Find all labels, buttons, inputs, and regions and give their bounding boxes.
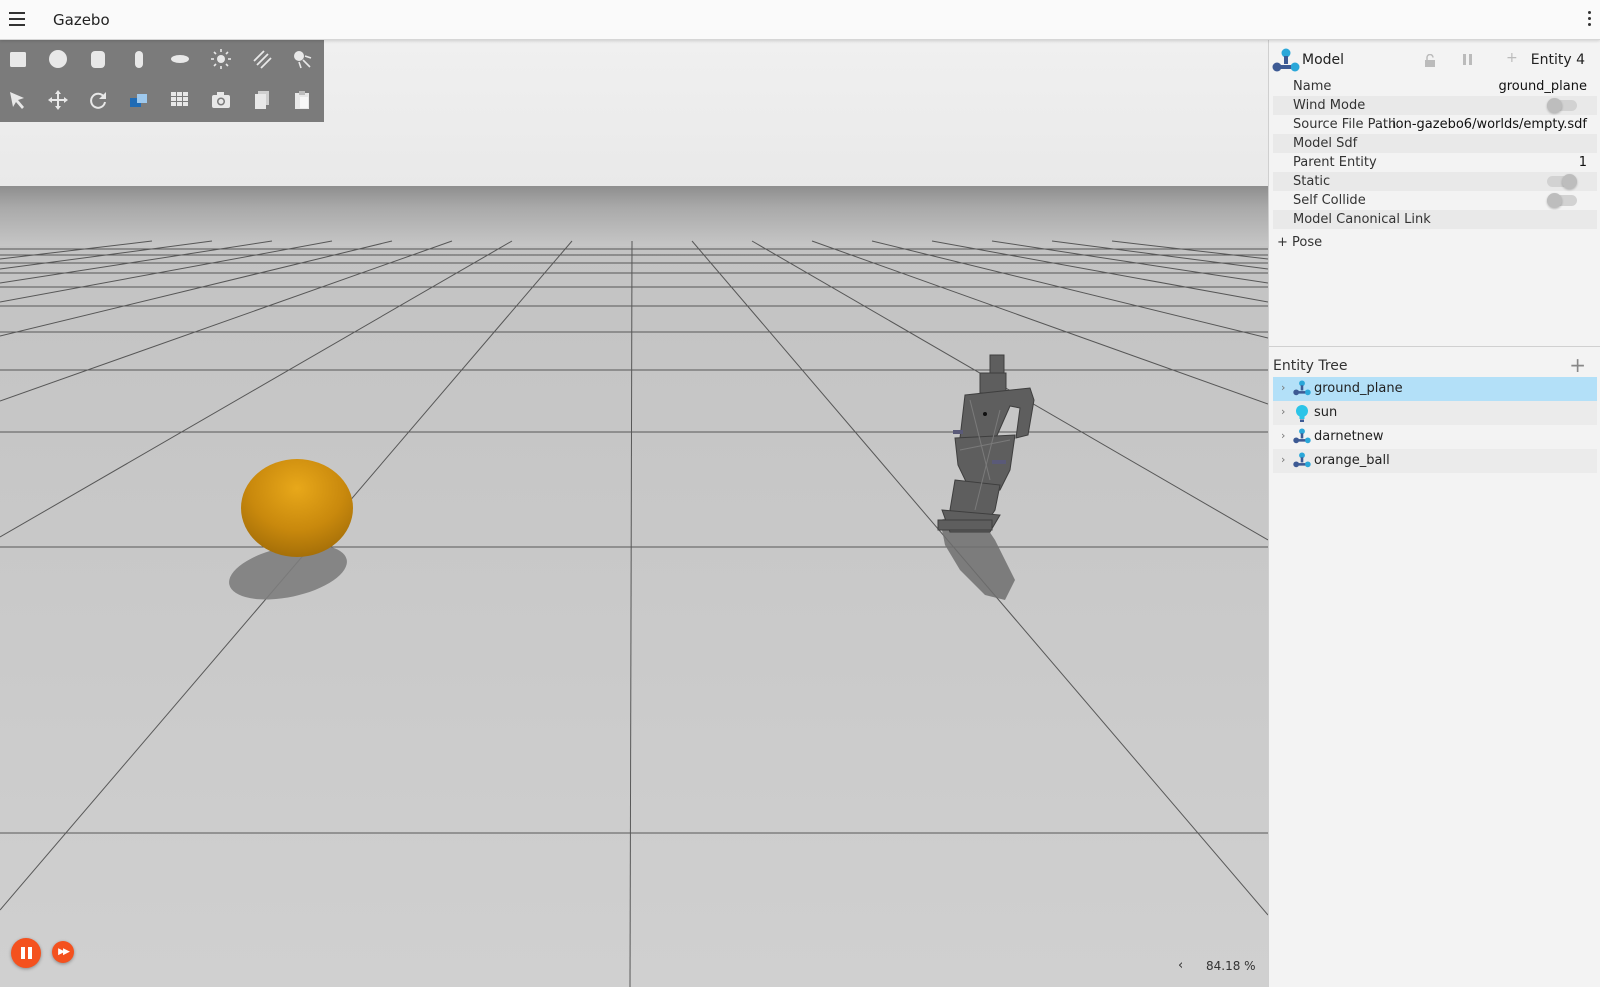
static-row: Static: [1273, 172, 1597, 191]
hamburger-menu-icon[interactable]: [9, 12, 25, 28]
tree-item-label: sun: [1314, 405, 1338, 420]
tree-item-label: darnetnew: [1314, 429, 1384, 444]
app-title: Gazebo: [53, 11, 110, 29]
stats-collapse-icon[interactable]: ‹: [1178, 958, 1183, 973]
name-row: Name ground_plane: [1273, 77, 1597, 96]
side-panel: Model + Entity 4 Name ground_plane Wind …: [1268, 40, 1600, 987]
wind-mode-row: Wind Mode: [1273, 96, 1597, 115]
tree-item-sun[interactable]: › sun: [1273, 401, 1597, 425]
chevron-right-icon[interactable]: ›: [1281, 381, 1285, 394]
chevron-right-icon[interactable]: ›: [1281, 429, 1285, 442]
capsule-icon[interactable]: [127, 47, 151, 71]
translate-icon[interactable]: [46, 88, 70, 112]
parent-entity-row: Parent Entity 1: [1273, 153, 1597, 172]
tree-item-label: ground_plane: [1314, 381, 1403, 396]
spot-light-icon[interactable]: [290, 47, 314, 71]
scene-render: [0, 40, 1268, 987]
chevron-right-icon[interactable]: ›: [1281, 453, 1285, 466]
shape-transform-toolbar: [0, 40, 324, 122]
pause-button[interactable]: [11, 938, 41, 968]
light-bulb-icon: [1293, 404, 1311, 427]
add-component-icon[interactable]: +: [1506, 50, 1518, 66]
title-bar: Gazebo: [0, 0, 1600, 40]
entity-tree-title: Entity Tree: [1273, 358, 1348, 374]
3d-viewport[interactable]: [0, 40, 1268, 987]
point-light-icon[interactable]: [209, 47, 233, 71]
pose-expand-icon: +: [1277, 235, 1288, 250]
rotate-icon[interactable]: [86, 88, 110, 112]
model-icon: [1293, 428, 1311, 449]
sphere-icon[interactable]: [46, 47, 70, 71]
name-label: Name: [1293, 79, 1332, 94]
screenshot-icon[interactable]: [209, 88, 233, 112]
static-toggle[interactable]: [1547, 174, 1577, 189]
select-icon[interactable]: [6, 88, 30, 112]
real-time-factor: 84.18 %: [1206, 959, 1256, 973]
parent-entity-label: Parent Entity: [1293, 155, 1377, 170]
self-collide-label: Self Collide: [1293, 193, 1366, 208]
box-icon[interactable]: [6, 47, 30, 71]
tree-item-label: orange_ball: [1314, 453, 1390, 468]
self-collide-toggle[interactable]: [1547, 193, 1577, 208]
pose-expander[interactable]: + Pose: [1277, 235, 1322, 250]
tree-item-orange-ball[interactable]: › orange_ball: [1273, 449, 1597, 473]
model-icon: [1293, 452, 1311, 473]
paste-icon[interactable]: [290, 88, 314, 112]
entity-id-label: Entity 4: [1530, 52, 1585, 68]
name-value: ground_plane: [1498, 79, 1587, 94]
chevron-right-icon[interactable]: ›: [1281, 405, 1285, 418]
pause-updates-icon[interactable]: [1463, 54, 1472, 65]
wind-mode-label: Wind Mode: [1293, 98, 1366, 113]
lock-icon[interactable]: [1423, 53, 1437, 72]
copy-icon[interactable]: [250, 88, 274, 112]
component-inspector-header: Model + Entity 4: [1269, 40, 1600, 80]
model-sdf-label: Model Sdf: [1293, 136, 1358, 151]
cylinder-icon[interactable]: [86, 47, 110, 71]
source-file-path-row: Source File Path …ion-gazebo6/worlds/emp…: [1273, 115, 1597, 134]
canonical-link-label: Model Canonical Link: [1293, 212, 1431, 227]
model-icon: [1293, 380, 1311, 401]
grid-snap-icon[interactable]: [168, 88, 192, 112]
add-entity-icon[interactable]: +: [1569, 353, 1586, 377]
more-options-icon[interactable]: [1586, 11, 1592, 29]
directional-light-icon[interactable]: [250, 47, 274, 71]
canonical-link-row: Model Canonical Link: [1273, 210, 1597, 229]
pose-label: Pose: [1292, 235, 1323, 250]
panel-divider[interactable]: [1269, 346, 1600, 347]
model-sdf-row[interactable]: Model Sdf: [1273, 134, 1597, 153]
tree-item-darnetnew[interactable]: › darnetnew: [1273, 425, 1597, 449]
step-forward-button[interactable]: ▶▶: [52, 941, 74, 963]
tree-item-ground-plane[interactable]: › ground_plane: [1273, 377, 1597, 401]
view-angle-icon[interactable]: [127, 88, 151, 112]
source-file-path-value: …ion-gazebo6/worlds/empty.sdf: [1379, 117, 1587, 132]
gazebo-window: Gazebo ▶▶ ‹ 84.18 % Model + Entity 4 Nam…: [0, 0, 1600, 987]
model-icon: [1272, 48, 1300, 78]
wind-mode-toggle[interactable]: [1547, 98, 1577, 113]
orange-ball[interactable]: [241, 459, 353, 557]
component-title: Model: [1302, 52, 1345, 68]
static-label: Static: [1293, 174, 1331, 189]
ellipsoid-icon[interactable]: [168, 47, 192, 71]
self-collide-row: Self Collide: [1273, 191, 1597, 210]
parent-entity-value: 1: [1578, 155, 1587, 170]
